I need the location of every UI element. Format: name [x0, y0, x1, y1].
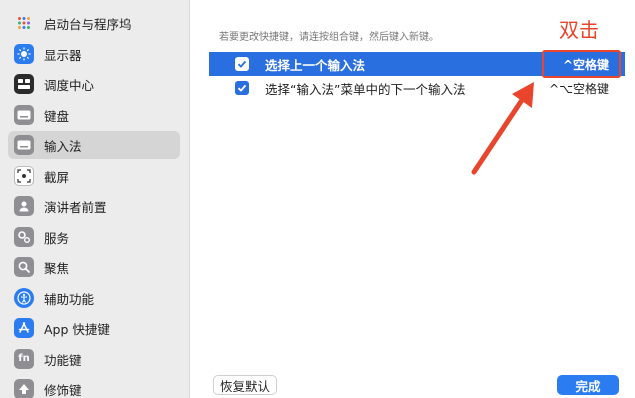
shortcut-row-next-input[interactable]: 选择“输入法”菜单中的下一个输入法 ^⌥空格键	[209, 76, 625, 100]
annotation-highlight-box	[542, 50, 621, 78]
checkbox[interactable]	[235, 81, 249, 95]
sidebar-item-label: App 快捷键	[44, 321, 110, 337]
annotation-arrow-icon	[471, 82, 534, 175]
fn-key-icon: fn	[14, 349, 34, 369]
sidebar-item-screenshot[interactable]: 截屏	[8, 162, 180, 190]
sidebar-item-modifier-keys[interactable]: 修饰键	[8, 375, 180, 398]
row-label: 选择上一个输入法	[265, 57, 366, 73]
sidebar-item-label: 辅助功能	[44, 291, 95, 307]
sidebar-item-mission-control[interactable]: 调度中心	[8, 70, 180, 98]
checkbox[interactable]	[235, 57, 249, 71]
done-button[interactable]: 完成	[557, 375, 619, 395]
sidebar-item-app-shortcuts[interactable]: App 快捷键	[8, 314, 180, 342]
accessibility-icon	[14, 288, 34, 308]
sidebar-item-label: 服务	[44, 230, 70, 246]
sidebar-item-accessibility[interactable]: 辅助功能	[8, 284, 180, 312]
grid-dots-icon	[14, 13, 34, 33]
sidebar-item-label: 功能键	[44, 352, 82, 368]
sidebar-item-launchpad-dock[interactable]: 启动台与程序坞	[8, 9, 180, 37]
arrow-up-icon	[14, 379, 34, 398]
sidebar-item-label: 显示器	[44, 47, 82, 63]
restore-defaults-button[interactable]: 恢复默认	[213, 375, 278, 395]
gears-icon	[14, 227, 34, 247]
screenshot-icon	[14, 166, 34, 186]
person-icon	[14, 196, 34, 216]
sidebar-item-presenter[interactable]: 演讲者前置	[8, 192, 180, 220]
sidebar-item-label: 修饰键	[44, 382, 82, 398]
shortcut-key[interactable]: ^⌥空格键	[549, 80, 609, 97]
sidebar-item-services[interactable]: 服务	[8, 223, 180, 251]
mission-control-icon	[14, 74, 34, 94]
sidebar-item-label: 演讲者前置	[44, 199, 107, 215]
sidebar-item-keyboard[interactable]: 键盘	[8, 101, 180, 129]
sidebar: 启动台与程序坞 显示器 调度中心 键盘 输入法 截屏 演讲者前置 服务 聚焦 辅…	[0, 0, 190, 398]
sidebar-item-display[interactable]: 显示器	[8, 40, 180, 68]
sidebar-item-function-keys[interactable]: fn 功能键	[8, 345, 180, 373]
keyboard-icon	[14, 105, 34, 125]
app-store-icon	[14, 318, 34, 338]
sidebar-item-label: 启动台与程序坞	[44, 16, 132, 32]
instruction-text: 若要更改快捷键，请连按组合键，然后键入新键。	[219, 32, 439, 43]
sidebar-item-label: 截屏	[44, 169, 70, 185]
sidebar-item-spotlight[interactable]: 聚焦	[8, 253, 180, 281]
sidebar-item-label: 键盘	[44, 108, 70, 124]
sidebar-item-label: 调度中心	[44, 77, 95, 93]
sun-icon	[14, 44, 34, 64]
sidebar-item-input-sources[interactable]: 输入法	[8, 131, 180, 159]
sidebar-item-label: 聚焦	[44, 260, 70, 276]
keyboard-icon	[14, 135, 34, 155]
row-label: 选择“输入法”菜单中的下一个输入法	[265, 81, 466, 97]
magnifier-icon	[14, 257, 34, 277]
annotation-text: 双击	[559, 18, 599, 42]
main-panel: 若要更改快捷键，请连按组合键，然后键入新键。 选择上一个输入法 ^空格键 选择“…	[191, 0, 635, 398]
sidebar-item-label: 输入法	[44, 138, 82, 154]
